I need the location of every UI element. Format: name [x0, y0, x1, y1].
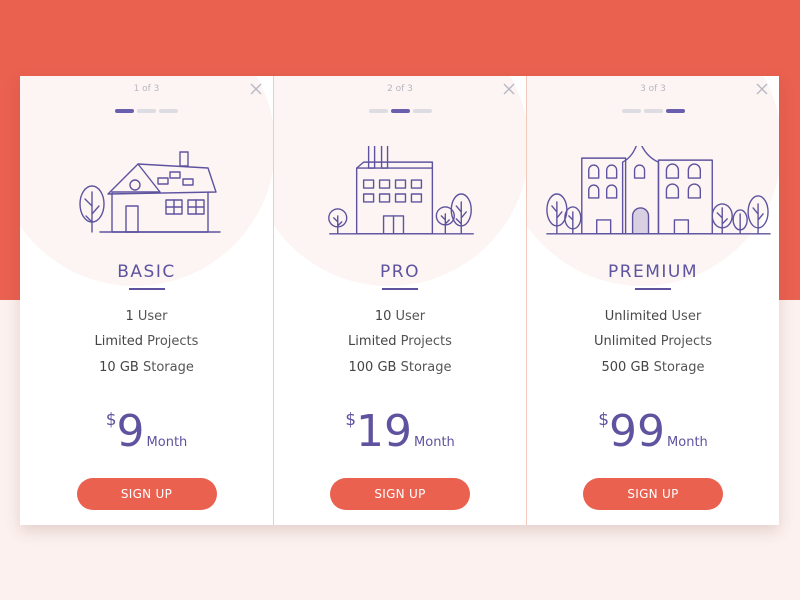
- plan-name-underline: [635, 288, 671, 290]
- feature-value: Unlimited: [593, 334, 657, 349]
- feature-label: User: [395, 309, 426, 324]
- close-icon[interactable]: [249, 82, 263, 96]
- feature-value: Limited: [94, 334, 144, 349]
- feature-label: User: [137, 309, 168, 324]
- price: $9 Month: [20, 406, 273, 458]
- pager-dot[interactable]: [390, 109, 410, 113]
- feature-label: Projects: [400, 334, 452, 349]
- pager-dot[interactable]: [159, 109, 178, 113]
- plan-name-underline: [128, 288, 165, 290]
- price-currency: $: [598, 410, 610, 430]
- price: $99 Month: [527, 406, 779, 458]
- feature-value: 500 GB: [601, 360, 650, 375]
- feature-value: 10: [374, 309, 392, 324]
- pager-dots: [274, 109, 526, 113]
- pricing-cards: 1 of 3 BASIC 1 User Limited Projects 10 …: [20, 76, 779, 525]
- feature-label: User: [671, 309, 702, 324]
- pager-dots: [20, 109, 273, 113]
- feature-storage: 10 GB Storage: [20, 360, 273, 375]
- feature-storage: 500 GB Storage: [527, 360, 779, 375]
- close-icon[interactable]: [502, 82, 516, 96]
- feature-projects: Limited Projects: [20, 334, 273, 349]
- pricing-card-pro: 2 of 3 PRO 10 User Limited Projects 100 …: [273, 76, 526, 525]
- price-currency: $: [345, 410, 357, 430]
- feature-label: Storage: [400, 360, 452, 375]
- sign-up-button[interactable]: SIGN UP: [76, 478, 217, 510]
- pager-dot[interactable]: [665, 109, 685, 113]
- pricing-card-premium: 3 of 3 PREMIUM Unlimited User Unlimited …: [526, 76, 779, 525]
- price-period: Month: [146, 435, 188, 450]
- pager-text: 1 of 3: [133, 84, 160, 94]
- price-amount: 99: [609, 406, 666, 457]
- sign-up-button[interactable]: SIGN UP: [583, 478, 723, 510]
- feature-label: Projects: [660, 334, 712, 349]
- feature-value: 100 GB: [348, 360, 397, 375]
- pager-dot[interactable]: [115, 109, 134, 113]
- feature-label: Storage: [653, 360, 705, 375]
- house-illustration: [79, 151, 221, 233]
- feature-value: 1: [125, 309, 134, 324]
- pager-dot[interactable]: [643, 109, 663, 113]
- pager-dot[interactable]: [368, 109, 388, 113]
- feature-storage: 100 GB Storage: [274, 360, 526, 375]
- feature-value: Limited: [348, 334, 397, 349]
- feature-value: 10 GB: [99, 360, 139, 375]
- close-icon[interactable]: [755, 82, 769, 96]
- pager-text: 2 of 3: [387, 84, 413, 94]
- feature-projects: Unlimited Projects: [527, 334, 779, 349]
- mansion-illustration: [546, 146, 771, 235]
- sign-up-button[interactable]: SIGN UP: [330, 478, 470, 510]
- pager-dot[interactable]: [621, 109, 641, 113]
- feature-users: 1 User: [20, 309, 273, 324]
- price-period: Month: [414, 435, 455, 450]
- pager-dot[interactable]: [137, 109, 156, 113]
- price-period: Month: [667, 435, 708, 450]
- feature-label: Storage: [142, 360, 194, 375]
- pricing-card-basic: 1 of 3 BASIC 1 User Limited Projects 10 …: [20, 76, 273, 525]
- plan-name: PRO: [380, 262, 420, 282]
- pager-dots: [527, 109, 779, 113]
- price-currency: $: [105, 410, 117, 430]
- feature-label: Projects: [147, 334, 199, 349]
- feature-value: Unlimited: [604, 309, 668, 324]
- feature-projects: Limited Projects: [274, 334, 526, 349]
- price-amount: 9: [116, 406, 145, 457]
- pager-dot[interactable]: [412, 109, 432, 113]
- price-amount: 19: [356, 406, 413, 457]
- plan-name: PREMIUM: [607, 262, 699, 282]
- plan-name-underline: [382, 288, 418, 290]
- factory-illustration: [328, 146, 474, 235]
- price: $19 Month: [274, 406, 526, 458]
- pager-text: 3 of 3: [640, 84, 666, 94]
- plan-name: BASIC: [117, 262, 176, 282]
- feature-users: 10 User: [274, 309, 526, 324]
- feature-users: Unlimited User: [527, 309, 779, 324]
